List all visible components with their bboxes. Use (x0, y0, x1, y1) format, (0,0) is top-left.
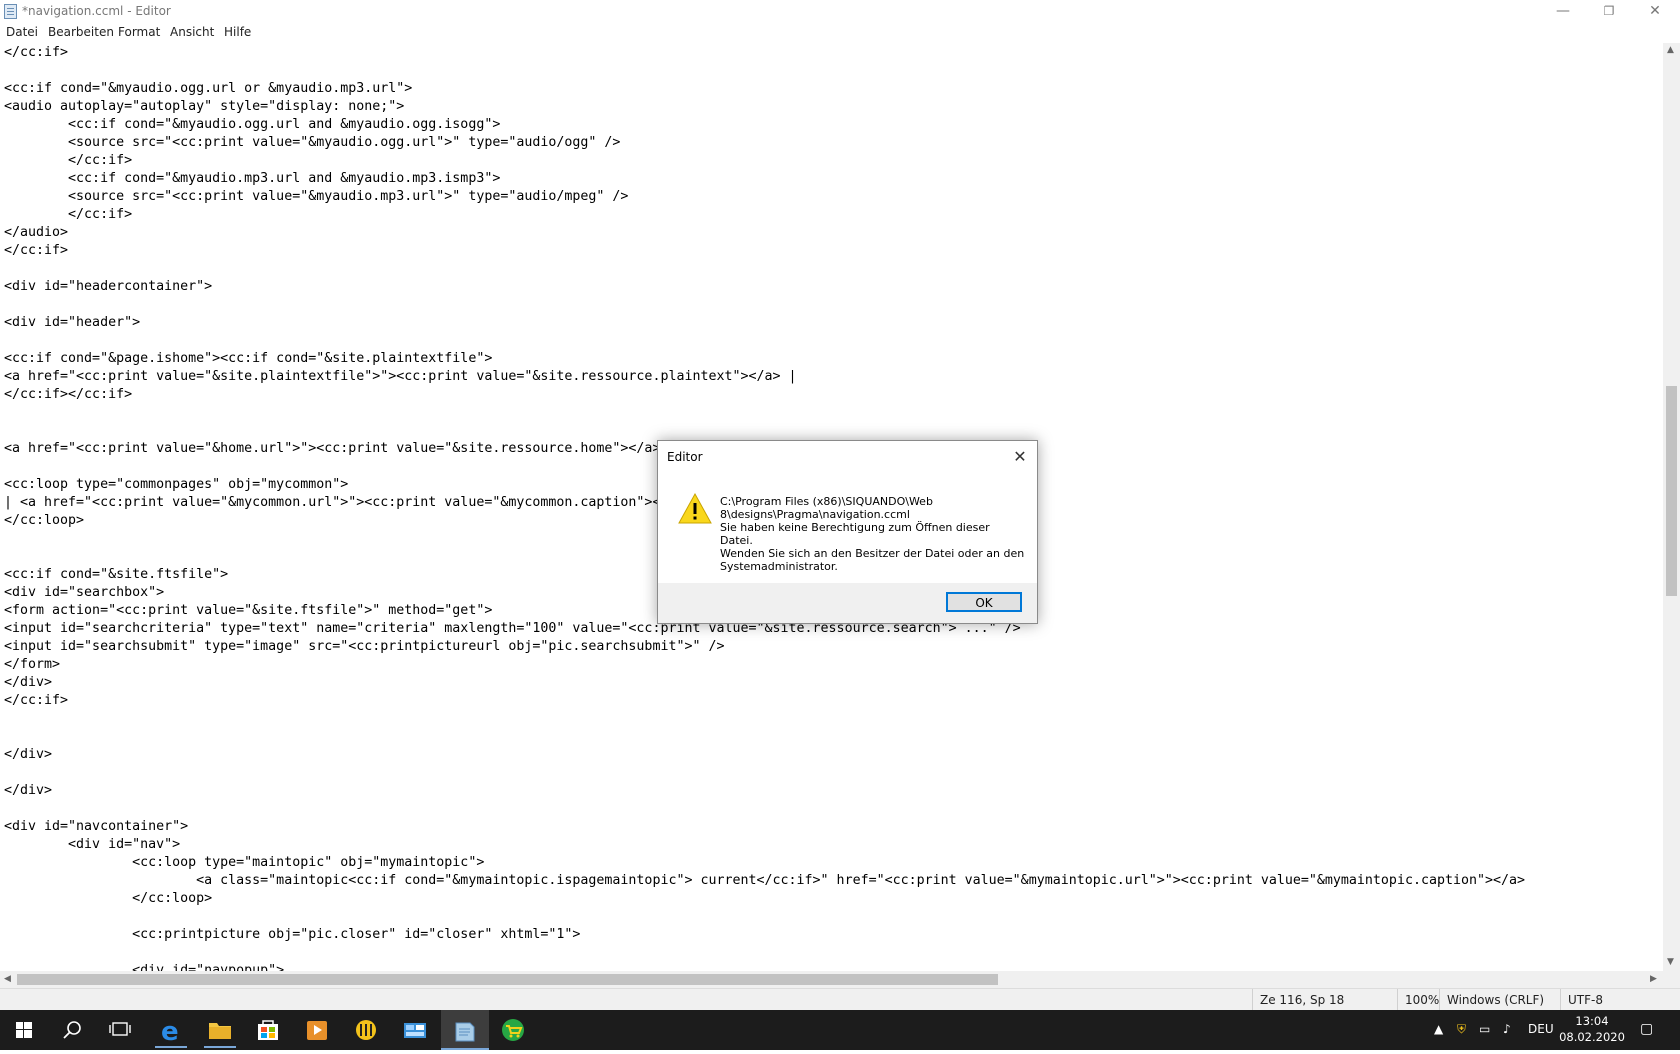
media-player-icon[interactable] (293, 1010, 341, 1050)
editor-line[interactable]: <div id="searchbox"> (4, 584, 164, 602)
scroll-down-icon[interactable]: ▼ (1667, 957, 1674, 967)
editor-line[interactable]: <source src="<cc:print value="&myaudio.o… (4, 134, 620, 152)
editor-line[interactable]: <cc:if cond="&page.ishome"><cc:if cond="… (4, 350, 492, 368)
editor-line[interactable]: <cc:printpicture obj="pic.closer" id="cl… (4, 926, 580, 944)
editor-line[interactable]: </div> (4, 674, 52, 692)
ok-button[interactable]: OK (946, 592, 1022, 612)
status-encoding: UTF-8 (1560, 989, 1680, 1011)
tray-language[interactable]: DEU (1528, 1022, 1554, 1036)
editor-line[interactable]: <a class="maintopic<cc:if cond="&mymaint… (4, 872, 1525, 890)
editor-line[interactable]: </cc:if> (4, 206, 132, 224)
norton-icon[interactable] (342, 1010, 390, 1050)
vertical-scrollbar[interactable]: ▲ ▼ (1663, 43, 1680, 971)
tray-volume-icon[interactable]: ♪ (1503, 1022, 1511, 1036)
editor-line[interactable]: <a href="<cc:print value="&site.plaintex… (4, 368, 797, 386)
vertical-scroll-thumb[interactable] (1666, 386, 1677, 596)
editor-line[interactable]: </cc:loop> (4, 512, 84, 530)
store-icon[interactable] (244, 1010, 292, 1050)
editor-line[interactable]: <cc:if cond="&myaudio.ogg.url or &myaudi… (4, 80, 412, 98)
status-cursor-position: Ze 116, Sp 18 (1252, 989, 1400, 1011)
search-icon[interactable] (48, 1010, 96, 1050)
horizontal-scroll-thumb[interactable] (17, 974, 998, 985)
title-bar: *navigation.ccml - Editor — ❐ ✕ (0, 0, 1680, 23)
menu-hilfe[interactable]: Hilfe (224, 25, 251, 39)
clock-date: 08.02.2020 (1559, 1030, 1625, 1044)
taskbar-clock[interactable]: 13:04 08.02.2020 (1556, 1013, 1628, 1045)
control-panel-icon[interactable] (391, 1010, 439, 1050)
warning-icon (678, 492, 712, 529)
dialog-message-line: C:\Program Files (x86)\SIQUANDO\Web (720, 495, 933, 508)
clock-time: 13:04 (1575, 1014, 1609, 1028)
editor-line[interactable]: <cc:loop type="commonpages" obj="mycommo… (4, 476, 348, 494)
editor-line[interactable]: | <a href="<cc:print value="&mycommon.ur… (4, 494, 660, 512)
editor-line[interactable]: <div id="headercontainer"> (4, 278, 212, 296)
editor-line[interactable]: <div id="nav"> (4, 836, 180, 854)
notification-icon[interactable]: ▢ (1640, 1021, 1653, 1037)
menu-format[interactable]: Format (118, 25, 160, 39)
editor-line[interactable]: </cc:if> (4, 152, 132, 170)
tray-chevron-icon[interactable]: ▲ (1434, 1022, 1443, 1036)
edge-icon[interactable]: e (147, 1010, 195, 1050)
editor-line[interactable]: <a href="<cc:print value="&home.url">"><… (4, 440, 660, 458)
editor-line[interactable]: </cc:if></cc:if> (4, 386, 132, 404)
editor-line[interactable]: <cc:if cond="&myaudio.mp3.url and &myaud… (4, 170, 500, 188)
editor-line[interactable]: <form action="<cc:print value="&site.fts… (4, 602, 492, 620)
dialog-message-line: Sie haben keine Berechtigung zum Öffnen … (720, 521, 990, 547)
dialog-message: C:\Program Files (x86)\SIQUANDO\Web 8\de… (720, 495, 1025, 573)
status-bar: Ze 116, Sp 18 100% Windows (CRLF) UTF-8 (0, 988, 1680, 1011)
horizontal-scrollbar[interactable]: ◀ ▶ (0, 971, 1663, 988)
menu-bar: Datei Bearbeiten Format Ansicht Hilfe (0, 23, 1680, 44)
error-dialog: Editor ✕ C:\Program Files (x86)\SIQUANDO… (657, 440, 1038, 624)
editor-line[interactable]: <cc:if cond="&myaudio.ogg.url and &myaud… (4, 116, 500, 134)
dialog-message-line: 8\designs\Pragma\navigation.ccml (720, 508, 910, 521)
dialog-footer: OK (658, 583, 1037, 623)
editor-line[interactable]: <input id="searchsubmit" type="image" sr… (4, 638, 725, 656)
menu-ansicht[interactable]: Ansicht (170, 25, 214, 39)
maximize-button[interactable]: ❐ (1586, 0, 1632, 23)
editor-line[interactable]: <source src="<cc:print value="&myaudio.m… (4, 188, 628, 206)
menu-bearbeiten[interactable]: Bearbeiten (48, 25, 114, 39)
tray-network-icon[interactable]: ▭ (1479, 1022, 1490, 1036)
start-icon[interactable] (0, 1010, 48, 1050)
notepad-app-icon (4, 4, 17, 19)
dialog-message-line: Systemadministrator. (720, 560, 838, 573)
task-view-icon[interactable] (96, 1010, 144, 1050)
scroll-left-icon[interactable]: ◀ (4, 974, 11, 984)
window-title: *navigation.ccml - Editor (22, 4, 171, 18)
editor-line[interactable]: <div id="header"> (4, 314, 140, 332)
menu-datei[interactable]: Datei (6, 25, 38, 39)
editor-line[interactable]: <div id="navpopup"> (4, 962, 284, 971)
taskbar: e ▲ ⛨ ▭ ♪ DEU 13:04 08.02.2020 ▢ (0, 1010, 1680, 1050)
notepad-taskbar-button[interactable] (441, 1010, 489, 1050)
scrollbar-corner (1663, 971, 1680, 988)
dialog-message-line: Wenden Sie sich an den Besitzer der Date… (720, 547, 1025, 560)
editor-line[interactable]: </cc:loop> (4, 890, 212, 908)
editor-line[interactable]: </cc:if> (4, 242, 68, 260)
editor-line[interactable]: </div> (4, 746, 52, 764)
close-window-button[interactable]: ✕ (1632, 0, 1678, 23)
editor-line[interactable]: </audio> (4, 224, 68, 242)
dialog-title: Editor (667, 450, 703, 464)
editor-line[interactable]: </cc:if> (4, 692, 68, 710)
scroll-right-icon[interactable]: ▶ (1650, 974, 1657, 984)
editor-line[interactable]: </div> (4, 782, 52, 800)
shop-icon[interactable] (489, 1010, 537, 1050)
minimize-button[interactable]: — (1540, 0, 1586, 23)
dialog-close-button[interactable]: ✕ (1009, 447, 1031, 467)
svg-text:e: e (161, 1017, 179, 1047)
status-line-ending: Windows (CRLF) (1439, 989, 1557, 1011)
editor-line[interactable]: <audio autoplay="autoplay" style="displa… (4, 98, 404, 116)
tray-shield-icon[interactable]: ⛨ (1457, 1022, 1466, 1037)
scroll-up-icon[interactable]: ▲ (1667, 45, 1674, 55)
editor-line[interactable]: <cc:if cond="&site.ftsfile"> (4, 566, 228, 584)
editor-line[interactable]: </cc:if> (4, 44, 68, 62)
file-explorer-icon[interactable] (196, 1010, 244, 1050)
editor-line[interactable]: <cc:loop type="maintopic" obj="mymaintop… (4, 854, 484, 872)
editor-line[interactable]: </form> (4, 656, 60, 674)
editor-line[interactable]: <div id="navcontainer"> (4, 818, 188, 836)
